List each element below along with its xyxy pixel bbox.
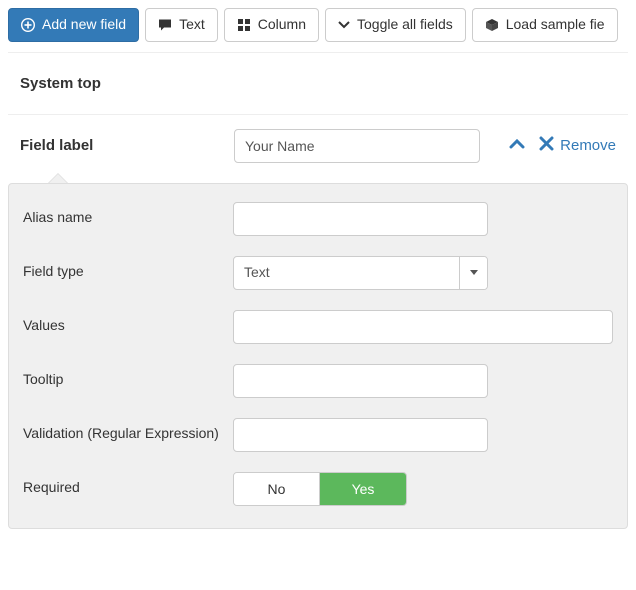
tooltip-input[interactable] [233, 364, 488, 398]
chevron-up-icon [509, 136, 525, 155]
collapse-button[interactable] [509, 136, 525, 155]
field-type-value: Text [234, 257, 459, 289]
chevron-down-icon [338, 19, 350, 31]
required-toggle: No Yes [233, 472, 407, 506]
row-validation: Validation (Regular Expression) [23, 418, 613, 452]
row-values: Values [23, 310, 613, 344]
section-title: System top [8, 53, 628, 114]
field-type-select[interactable]: Text [233, 256, 488, 290]
plus-circle-icon [21, 18, 35, 32]
alias-name-input[interactable] [233, 202, 488, 236]
caret-down-icon [459, 257, 487, 289]
tooltip-label: Tooltip [23, 364, 233, 387]
field-label-caption: Field label [20, 137, 220, 154]
required-label: Required [23, 472, 233, 495]
row-field-type: Field type Text [23, 256, 613, 290]
remove-label: Remove [560, 137, 616, 154]
required-no-button[interactable]: No [234, 473, 320, 505]
load-sample-button[interactable]: Load sample fie [472, 8, 618, 42]
button-label: Text [179, 15, 205, 35]
required-yes-button[interactable]: Yes [320, 473, 406, 505]
field-header: Field label Remove [8, 115, 628, 169]
values-label: Values [23, 310, 233, 333]
toolbar: Add new field Text Column Toggle all fie… [8, 8, 628, 52]
field-detail-panel: Alias name Field type Text Values Toolti… [8, 183, 628, 529]
field-type-label: Field type [23, 256, 233, 279]
add-new-field-button[interactable]: Add new field [8, 8, 139, 42]
button-label: Toggle all fields [357, 15, 453, 35]
close-icon [539, 136, 554, 155]
button-label: Load sample fie [506, 15, 605, 35]
validation-label: Validation (Regular Expression) [23, 418, 233, 441]
values-input[interactable] [233, 310, 613, 344]
button-label: Add new field [42, 15, 126, 35]
column-button[interactable]: Column [224, 8, 319, 42]
comment-icon [158, 18, 172, 32]
row-alias-name: Alias name [23, 202, 613, 236]
row-required: Required No Yes [23, 472, 613, 506]
remove-button[interactable]: Remove [539, 136, 616, 155]
grid-icon [237, 18, 251, 32]
toggle-all-fields-button[interactable]: Toggle all fields [325, 8, 466, 42]
row-tooltip: Tooltip [23, 364, 613, 398]
validation-input[interactable] [233, 418, 488, 452]
text-button[interactable]: Text [145, 8, 218, 42]
field-actions: Remove [509, 136, 616, 155]
cube-icon [485, 18, 499, 32]
panel-arrow-icon [48, 173, 68, 183]
field-label-input[interactable] [234, 129, 480, 163]
alias-name-label: Alias name [23, 202, 233, 225]
button-label: Column [258, 15, 306, 35]
